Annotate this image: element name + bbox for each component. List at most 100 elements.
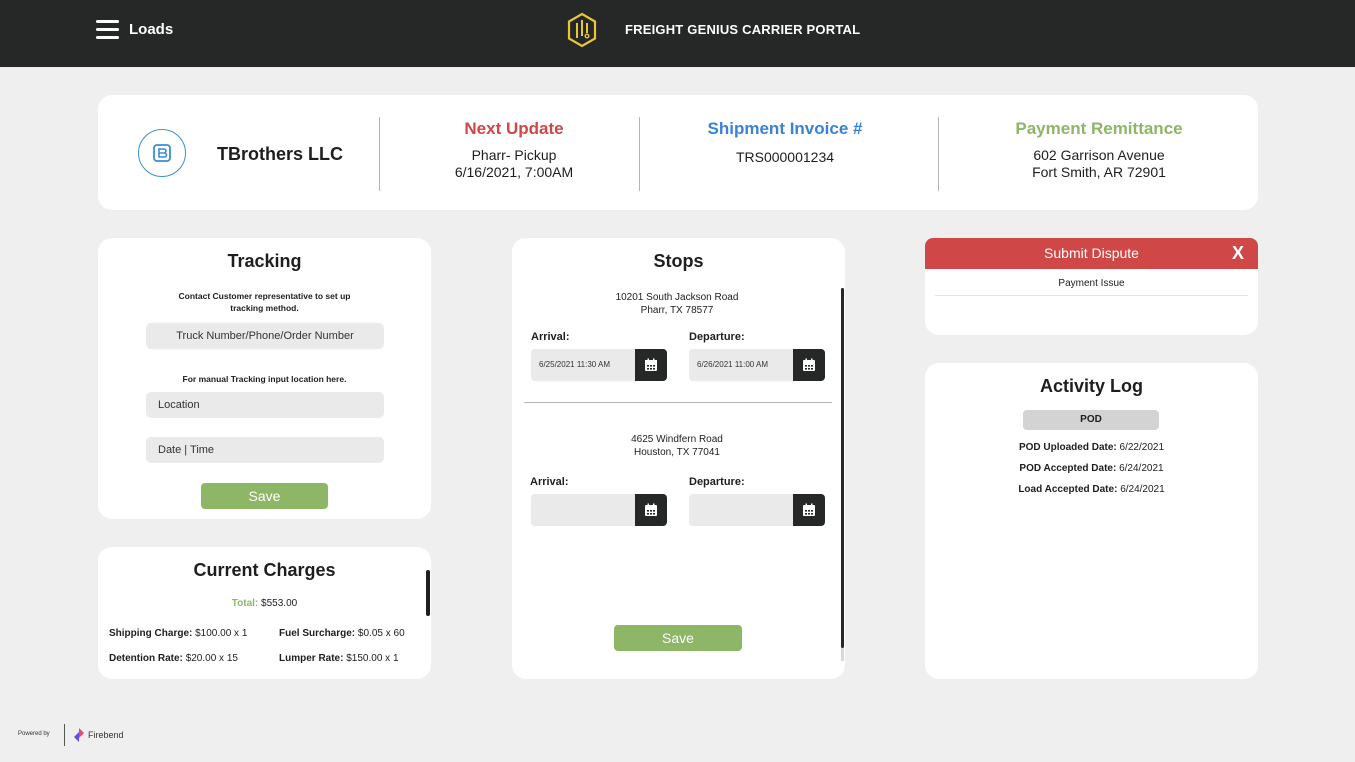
tracking-title: Tracking xyxy=(227,251,302,271)
calendar-icon xyxy=(645,358,657,371)
manual-tracking-note: For manual Tracking input location here. xyxy=(182,374,347,384)
nav-title: Loads xyxy=(129,21,174,38)
charge-value: $0.05 x 60 xyxy=(357,628,405,639)
activity-log-title: Activity Log xyxy=(1039,376,1143,396)
next-update-section: Next Update Pharr- Pickup 6/16/2021, 7:0… xyxy=(402,119,626,181)
current-charges-card: Current Charges Total: $553.00 Shipping … xyxy=(98,547,431,679)
charge-label: Detention Rate: xyxy=(109,653,183,664)
departure-input[interactable] xyxy=(689,494,825,526)
activity-entry-label: POD Accepted Date: xyxy=(1019,463,1117,474)
stop-divider xyxy=(524,402,832,403)
activity-entry-label: Load Accepted Date: xyxy=(1018,484,1118,495)
charge-label: Shipping Charge: xyxy=(109,628,193,639)
stops-scrollbar-thumb[interactable] xyxy=(841,288,844,648)
calendar-button[interactable] xyxy=(635,494,667,526)
invoice-number: TRS000001234 xyxy=(735,149,835,165)
submit-dispute-label: Submit Dispute xyxy=(1044,245,1139,261)
remittance-section: Payment Remittance 602 Garrison Avenue F… xyxy=(977,119,1221,181)
portal-title: FREIGHT GENIUS CARRIER PORTAL xyxy=(625,22,861,37)
activity-entry-value: 6/24/2021 xyxy=(1119,463,1164,474)
invoice-heading: Shipment Invoice # xyxy=(707,119,863,138)
load-summary-card: TBrothers LLC Next Update Pharr- Pickup … xyxy=(98,95,1258,210)
stop-address-city: Pharr, TX 78577 xyxy=(640,305,714,316)
charge-item: Detention Rate: $20.00 x 15 xyxy=(109,653,238,664)
company-logo xyxy=(138,129,186,177)
dispute-reason[interactable]: Payment Issue xyxy=(925,278,1258,289)
next-update-heading: Next Update xyxy=(464,119,564,138)
charge-item: Fuel Surcharge: $0.05 x 60 xyxy=(279,628,405,639)
stop-address-street: 10201 South Jackson Road xyxy=(615,292,739,303)
tracking-save-button[interactable]: Save xyxy=(201,483,328,509)
divider xyxy=(379,117,380,191)
stop-address: 4625 Windfern Road Houston, TX 77041 xyxy=(522,433,832,459)
submit-dispute-button[interactable]: Submit Dispute xyxy=(925,238,1258,269)
tracking-note: Contact Customer representative to set u… xyxy=(98,290,431,314)
arrival-label: Arrival: xyxy=(531,331,570,343)
divider xyxy=(639,117,640,191)
stop-address: 10201 South Jackson Road Pharr, TX 78577 xyxy=(522,291,832,317)
freight-genius-logo-icon xyxy=(567,12,597,48)
next-update-location: Pharr- Pickup xyxy=(471,147,557,163)
charges-total: Total: $553.00 xyxy=(98,598,431,609)
firebend-brand[interactable]: Firebend xyxy=(88,730,124,740)
footer-divider xyxy=(64,724,65,746)
departure-label: Departure: xyxy=(689,331,745,343)
arrival-label: Arrival: xyxy=(530,476,569,488)
tab-pod[interactable]: POD xyxy=(1023,410,1159,430)
calendar-button[interactable] xyxy=(793,349,825,381)
charge-value: $100.00 x 1 xyxy=(195,628,248,639)
submit-dispute-card: Submit Dispute X Payment Issue xyxy=(925,238,1258,335)
activity-entry: POD Uploaded Date: 6/22/2021 xyxy=(925,442,1258,453)
divider xyxy=(938,117,939,191)
charge-item: Shipping Charge: $100.00 x 1 xyxy=(109,628,247,639)
calendar-icon xyxy=(803,358,815,371)
departure-value: 6/26/2021 11:00 AM xyxy=(697,360,769,369)
truck-number-input[interactable]: Truck Number/Phone/Order Number xyxy=(146,323,384,349)
charge-value: $150.00 x 1 xyxy=(346,653,399,664)
activity-entry-label: POD Uploaded Date: xyxy=(1018,442,1117,453)
activity-entry: POD Accepted Date: 6/24/2021 xyxy=(925,463,1258,474)
charges-title: Current Charges xyxy=(193,560,336,580)
total-value: $553.00 xyxy=(261,598,298,609)
stops-title: Stops xyxy=(653,251,704,271)
tracking-card: Tracking Contact Customer representative… xyxy=(98,238,431,519)
stops-card: Stops 10201 South Jackson Road Pharr, TX… xyxy=(512,238,845,679)
charge-item: Lumper Rate: $150.00 x 1 xyxy=(279,653,399,664)
calendar-button[interactable] xyxy=(635,349,667,381)
total-label: Total: xyxy=(231,598,259,609)
charge-value: $20.00 x 15 xyxy=(185,653,238,664)
company-logo-icon xyxy=(153,144,171,162)
charge-label: Fuel Surcharge: xyxy=(279,628,356,639)
arrival-value: 6/25/2021 11:30 AM xyxy=(539,360,611,369)
activity-entry-value: 6/22/2021 xyxy=(1119,442,1165,453)
calendar-button[interactable] xyxy=(793,494,825,526)
invoice-section: Shipment Invoice # TRS000001234 xyxy=(663,119,907,166)
calendar-icon xyxy=(645,503,657,516)
activity-entry: Load Accepted Date: 6/24/2021 xyxy=(925,484,1258,495)
location-input[interactable]: Location xyxy=(146,392,384,418)
remittance-city: Fort Smith, AR 72901 xyxy=(1032,164,1166,180)
next-update-time: 6/16/2021, 7:00AM xyxy=(454,164,574,180)
charge-label: Lumper Rate: xyxy=(279,653,344,664)
remittance-heading: Payment Remittance xyxy=(1015,119,1183,138)
dispute-divider xyxy=(935,295,1248,296)
tracking-note-line: Contact Customer representative to set u… xyxy=(178,291,351,301)
stops-save-button[interactable]: Save xyxy=(614,625,742,651)
activity-log-card: Activity Log POD POD Uploaded Date: 6/22… xyxy=(925,363,1258,679)
arrival-input[interactable]: 6/25/2021 11:30 AM xyxy=(531,349,667,381)
menu-icon[interactable] xyxy=(96,20,119,40)
departure-label: Departure: xyxy=(689,476,745,488)
company-name: TBrothers LLC xyxy=(217,144,343,164)
departure-input[interactable]: 6/26/2021 11:00 AM xyxy=(689,349,825,381)
powered-by-label: Powered by xyxy=(18,731,50,737)
charges-scrollbar[interactable] xyxy=(426,570,430,616)
top-bar: Loads FREIGHT GENIUS CARRIER PORTAL xyxy=(0,0,1355,67)
close-icon[interactable]: X xyxy=(1232,238,1244,269)
stop-address-city: Houston, TX 77041 xyxy=(634,447,720,458)
date-time-input[interactable]: Date | Time xyxy=(146,437,384,463)
stop-address-street: 4625 Windfern Road xyxy=(631,434,723,445)
tracking-note-line: tracking method. xyxy=(230,303,299,313)
remittance-street: 602 Garrison Avenue xyxy=(1033,147,1165,163)
calendar-icon xyxy=(803,503,815,516)
arrival-input[interactable] xyxy=(531,494,667,526)
